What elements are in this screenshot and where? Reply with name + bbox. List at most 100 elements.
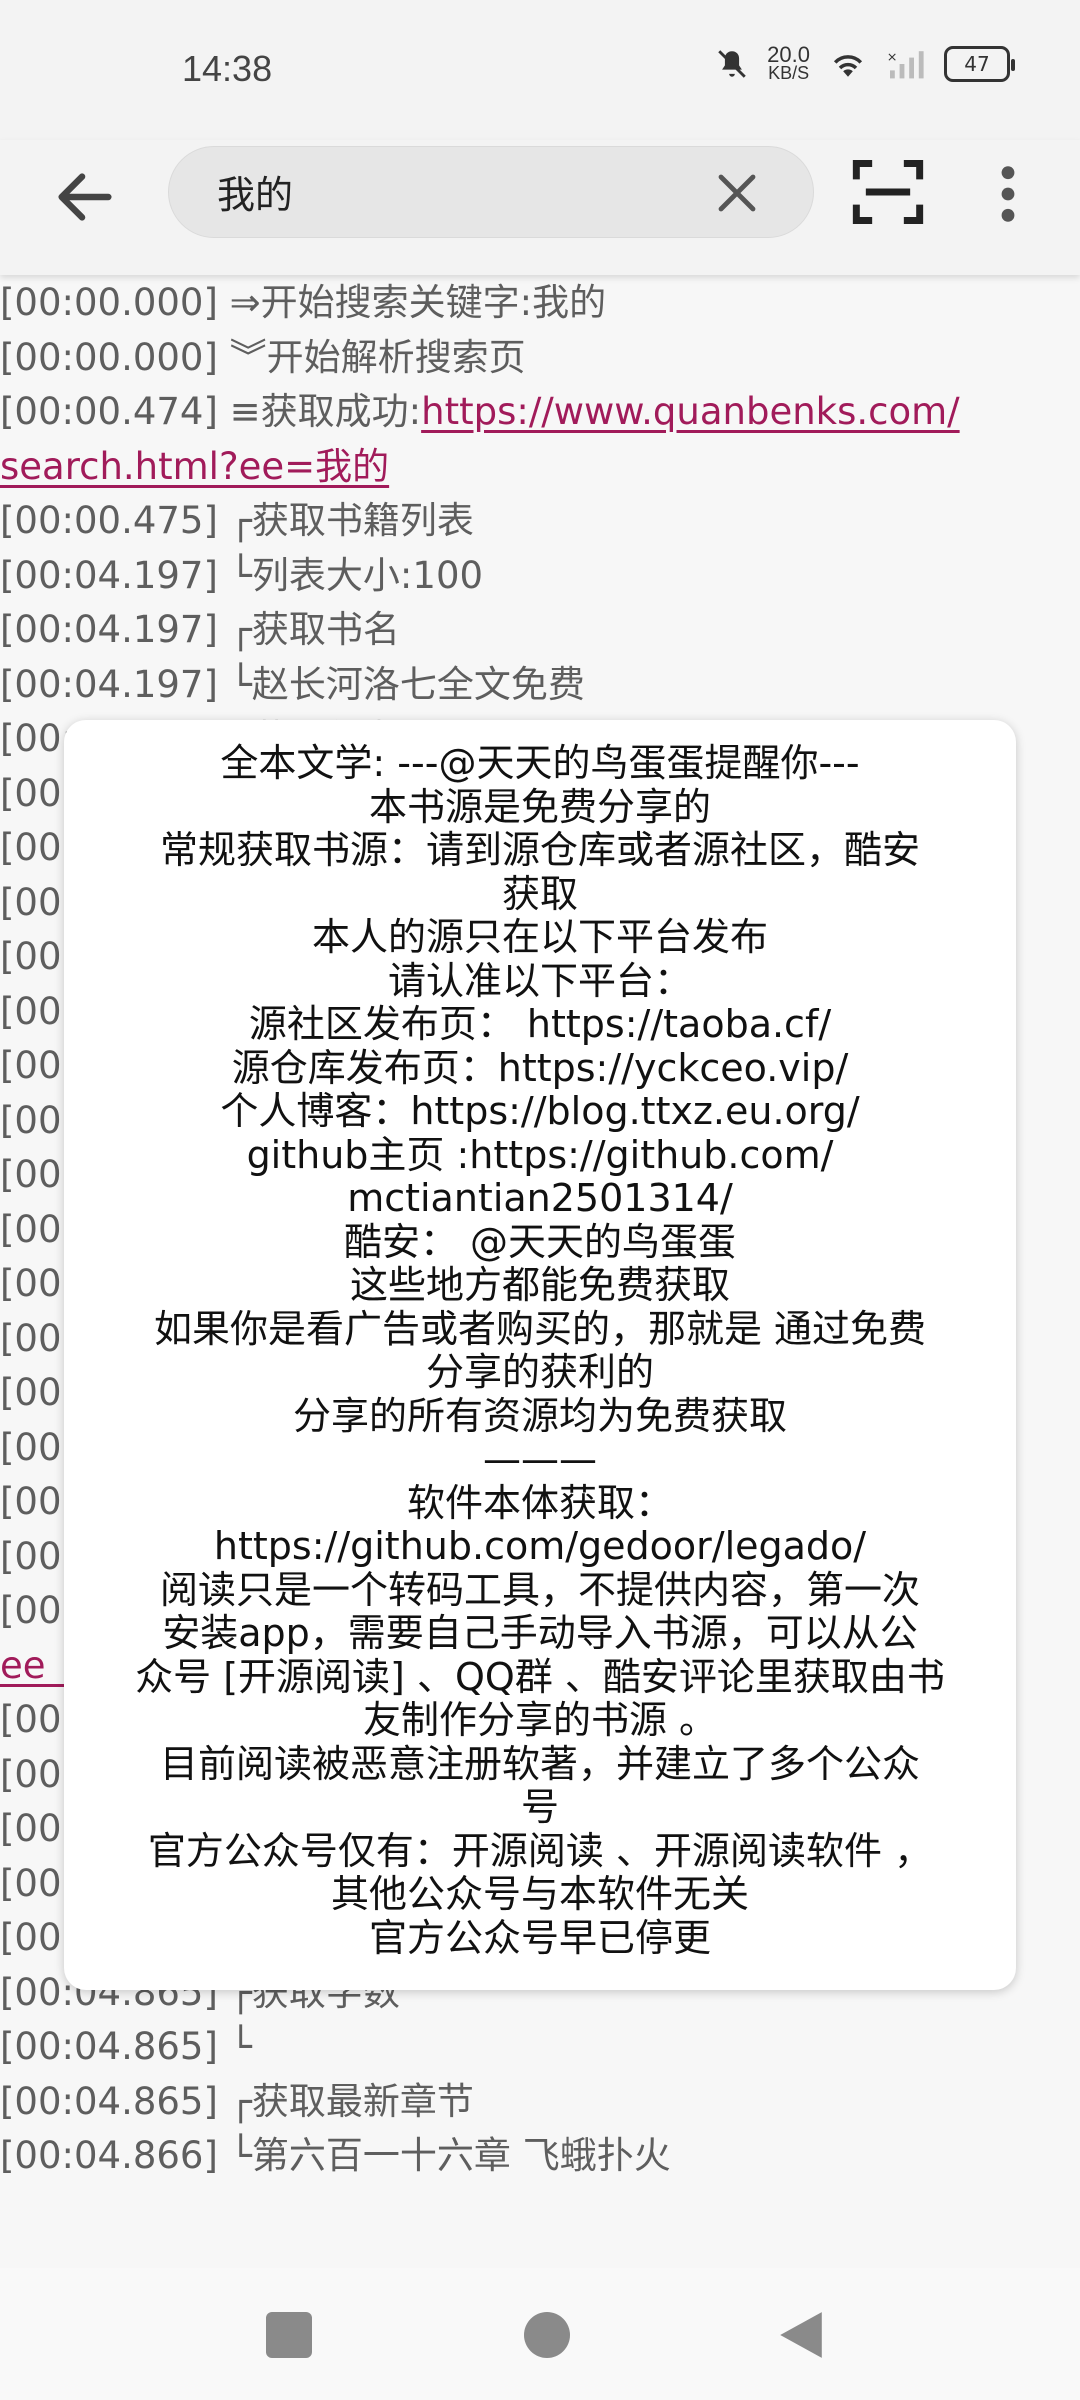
status-icons: 20.0 KB/S × 47 xyxy=(715,42,1015,83)
log-line: [00:04.865] ┌获取最新章节 xyxy=(0,2075,1080,2130)
log-timestamp: [00: xyxy=(0,880,74,924)
dialog-line: 官方公众号早已停更 xyxy=(368,1915,711,1960)
search-input[interactable] xyxy=(217,169,637,213)
close-icon[interactable] xyxy=(713,169,761,217)
log-line: [00:04.197] ┌获取书名 xyxy=(0,603,1080,658)
dialog-line: 请认准以下平台： xyxy=(387,958,692,1003)
wifi-icon xyxy=(833,55,863,77)
source-notice-dialog[interactable]: 全本文学: ---@天天的鸟蛋蛋提醒你--- 本书源是免费分享的 常规获取书源：请到… xyxy=(64,720,1016,1990)
net-speed: 20.0 KB/S xyxy=(767,42,810,83)
log-timestamp: [00:04.197] xyxy=(0,608,218,651)
log-line: [00:04.866] └第六百一十六章 飞蛾扑火 xyxy=(0,2129,1080,2184)
dialog-line: 其他公众号与本软件无关 xyxy=(330,1872,749,1916)
dialog-line: 号 xyxy=(520,1785,559,1829)
log-timestamp: [00: xyxy=(0,1807,74,1850)
log-timestamp: [00: xyxy=(0,1262,74,1305)
log-message: └列表大小:100 xyxy=(229,553,484,597)
status-time: 14:38 xyxy=(182,48,273,89)
log-timestamp: [00: xyxy=(0,1752,74,1796)
log-message: ⇒开始搜索关键字:我的 xyxy=(229,281,607,324)
log-message: ┌获取书籍列表 xyxy=(229,499,474,542)
log-line: [00:00.000] ︾开始解析搜索页 xyxy=(0,331,1080,386)
log-message: └ xyxy=(229,2025,252,2068)
log-line: search.html?ee=我的 xyxy=(0,440,1080,495)
log-timestamp: [00: xyxy=(0,1207,74,1251)
log-timestamp: [00: xyxy=(0,826,74,869)
log-timestamp: [00: xyxy=(0,1861,74,1905)
log-message: ┌获取书名 xyxy=(229,608,400,651)
log-line: [00:00.474] ≡获取成功:https://www.quanbenks.… xyxy=(0,385,1080,440)
log-timestamp: [00: xyxy=(0,1044,74,1087)
log-timestamp: [00:04.197] xyxy=(0,553,218,597)
log-timestamp: [00:04.865] xyxy=(0,2025,218,2068)
status-bar: 14:38 20.0 KB/S × 47 xyxy=(0,0,1080,140)
log-line: [00:04.865] └ xyxy=(0,2020,1080,2075)
log-link[interactable]: ee_ xyxy=(0,1644,64,1687)
dialog-line: 获取 xyxy=(501,871,578,916)
dialog-line: 本书源是免费分享的 xyxy=(368,784,711,829)
dialog-line: 阅读只是一个转码工具，不提供内容，第一次 xyxy=(159,1567,920,1612)
dialog-line: 官方公众号仅有：开源阅读 、开源阅读软件 ， xyxy=(147,1828,933,1873)
net-speed-unit: KB/S xyxy=(768,63,810,83)
log-line: [00:04.197] └赵长河洛七全文免费 xyxy=(0,658,1080,713)
svg-text:×: × xyxy=(887,50,898,65)
dialog-line: 众号 [开源阅读] 、QQ群 、酷安评论里获取由书 xyxy=(135,1654,945,1699)
back-arrow-icon[interactable] xyxy=(50,162,120,232)
dialog-line: 软件本体获取： xyxy=(406,1480,673,1525)
dialog-line: 个人博客：https://blog.ttxz.eu.org/ xyxy=(220,1089,860,1133)
log-timestamp: [00: xyxy=(0,1480,74,1523)
log-message: ≡获取成功: xyxy=(229,390,422,433)
dialog-line: 源社区发布页： https://taoba.cf/ xyxy=(248,1002,832,1046)
search-box[interactable] xyxy=(168,146,814,238)
mute-icon xyxy=(718,50,746,78)
dialog-line: 安装app，需要自己手动导入书源，可以从公 xyxy=(162,1611,918,1655)
log-timestamp: [00: xyxy=(0,771,74,815)
log-timestamp: [00: xyxy=(0,1425,74,1469)
log-timestamp: [00:04.865] xyxy=(0,2079,218,2123)
log-timestamp: [00:00.000] xyxy=(0,335,218,379)
battery-icon: 47 xyxy=(944,46,1015,82)
log-timestamp: [00:00.000] xyxy=(0,281,218,324)
dialog-line: 全本文学: ---@天天的鸟蛋蛋提醒你--- xyxy=(220,741,860,785)
home-icon[interactable] xyxy=(524,2312,570,2358)
dialog-line: https://github.com/gedoor/legado/ xyxy=(213,1524,867,1568)
log-timestamp: [00: xyxy=(0,989,74,1033)
dialog-message: 全本文学: ---@天天的鸟蛋蛋提醒你--- 本书源是免费分享的 常规获取书源：请到… xyxy=(104,741,976,1960)
log-link[interactable]: https://www.quanbenks.com/ xyxy=(421,390,960,433)
log-timestamp: [00: xyxy=(0,1371,74,1414)
log-timestamp: [00: xyxy=(0,1534,74,1578)
more-vert-icon[interactable] xyxy=(990,162,1026,226)
dialog-line: 常规获取书源：请到源仓库或者源社区，酷安 xyxy=(159,828,920,872)
scan-icon[interactable] xyxy=(850,154,926,230)
log-timestamp: [00: xyxy=(0,935,74,978)
log-timestamp: [00:04.866] xyxy=(0,2134,218,2177)
dialog-line: 这些地方都能免费获取 xyxy=(349,1263,730,1307)
dialog-line: 分享的所有资源均为免费获取 xyxy=(292,1393,787,1438)
dialog-line: 如果你是看广告或者购买的，那就是 通过免费 xyxy=(153,1306,927,1351)
log-timestamp: [00: xyxy=(0,1098,74,1142)
log-message: ︾开始解析搜索页 xyxy=(229,335,526,379)
log-timestamp: [00: xyxy=(0,1698,74,1741)
dialog-line: ——— xyxy=(483,1437,597,1481)
log-line: [00:04.197] └列表大小:100 xyxy=(0,549,1080,604)
log-timestamp: [00:04.197] xyxy=(0,662,218,706)
dialog-line: github主页 :https://github.com/ xyxy=(246,1132,834,1177)
log-message: └赵长河洛七全文免费 xyxy=(229,662,585,706)
log-timestamp: [00: xyxy=(0,1153,74,1196)
log-timestamp: [00: xyxy=(0,1589,74,1632)
navigation-bar xyxy=(0,2268,1080,2400)
dialog-line: 本人的源只在以下平台发布 xyxy=(311,915,768,959)
dialog-line: 酷安： @天天的鸟蛋蛋 xyxy=(343,1219,737,1264)
dialog-line: mctiantian2501314/ xyxy=(347,1176,733,1220)
toolbar xyxy=(0,140,1080,275)
log-link[interactable]: search.html?ee=我的 xyxy=(0,445,389,488)
recents-icon[interactable] xyxy=(266,2312,312,2358)
log-line: [00:00.000] ⇒开始搜索关键字:我的 xyxy=(0,276,1080,331)
back-icon[interactable] xyxy=(776,2308,826,2362)
dialog-line: 源仓库发布页：https://yckceo.vip/ xyxy=(231,1045,849,1090)
log-line: [00:00.475] ┌获取书籍列表 xyxy=(0,494,1080,549)
signal-icon: × xyxy=(887,50,924,79)
log-timestamp: [00: xyxy=(0,1316,74,1360)
log-timestamp: [00:00.475] xyxy=(0,499,218,542)
net-speed-value: 20.0 xyxy=(767,42,810,67)
